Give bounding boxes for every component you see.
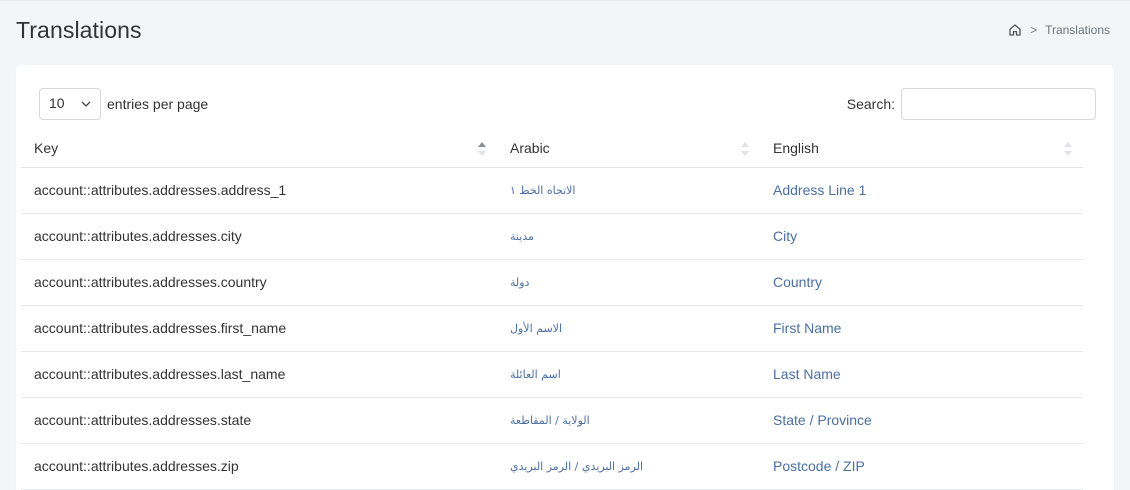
home-icon[interactable] [1008, 23, 1022, 37]
translations-table: Key Arabic English account::attributes.a… [21, 129, 1083, 490]
cell-english[interactable]: State / Province [760, 397, 1083, 444]
cell-arabic[interactable]: الرمز البريدي / الرمز البريدي [497, 443, 760, 490]
cell-english[interactable]: Address Line 1 [760, 167, 1083, 214]
cell-english[interactable]: First Name [760, 305, 1083, 352]
cell-key: account::attributes.addresses.last_name [21, 351, 497, 398]
page-header: Translations > Translations [16, 16, 1114, 50]
cell-arabic[interactable]: الاتجاه الخط ١ [497, 167, 760, 214]
cell-english[interactable]: Last Name [760, 351, 1083, 398]
entries-per-page-label: entries per page [107, 96, 209, 112]
column-header-english[interactable]: English [760, 129, 1083, 168]
table-row[interactable]: account::attributes.addresses.city مدينة… [21, 213, 1083, 260]
table-header-row: Key Arabic English [21, 129, 1083, 168]
table-row[interactable]: account::attributes.addresses.state الول… [21, 397, 1083, 444]
sort-icon [1064, 142, 1072, 156]
translations-card: 10 entries per page Search: Key Arabic E… [16, 65, 1114, 490]
cell-english[interactable]: Postcode / ZIP [760, 443, 1083, 490]
breadcrumb-separator: > [1030, 23, 1038, 37]
cell-english[interactable]: Country [760, 259, 1083, 306]
cell-english[interactable]: City [760, 213, 1083, 260]
sort-icon [741, 142, 749, 156]
cell-arabic[interactable]: مدينة [497, 213, 760, 260]
breadcrumb-current: Translations [1045, 23, 1110, 37]
column-header-label: Arabic [510, 139, 550, 156]
cell-key: account::attributes.addresses.country [21, 259, 497, 306]
entries-per-page-select[interactable]: 10 [39, 88, 101, 120]
top-divider [0, 0, 1130, 1]
table-row[interactable]: account::attributes.addresses.country دو… [21, 259, 1083, 306]
cell-arabic[interactable]: اسم العائلة [497, 351, 760, 398]
cell-arabic[interactable]: دولة [497, 259, 760, 306]
page: Translations > Translations 10 entries p… [0, 0, 1130, 490]
breadcrumb: > Translations [1008, 23, 1110, 37]
cell-key: account::attributes.addresses.address_1 [21, 167, 497, 214]
cell-key: account::attributes.addresses.city [21, 213, 497, 260]
cell-key: account::attributes.addresses.state [21, 397, 497, 444]
table-row[interactable]: account::attributes.addresses.first_name… [21, 305, 1083, 352]
cell-arabic[interactable]: الاسم الأول [497, 305, 760, 352]
cell-arabic[interactable]: الولاية / المقاطعة [497, 397, 760, 444]
entries-length-control: 10 entries per page [39, 88, 208, 120]
cell-key: account::attributes.addresses.zip [21, 443, 497, 490]
column-header-label: Key [34, 139, 59, 156]
search-control: Search: [847, 88, 1096, 120]
chevron-down-icon [81, 101, 91, 107]
search-input[interactable] [901, 88, 1096, 120]
page-title: Translations [16, 17, 142, 43]
table-row[interactable]: account::attributes.addresses.last_name … [21, 351, 1083, 398]
search-label: Search: [846, 96, 895, 112]
column-header-label: English [773, 139, 819, 156]
table-row[interactable]: account::attributes.addresses.zip الرمز … [21, 443, 1083, 490]
sort-ascending-icon [478, 142, 486, 156]
entries-per-page-value: 10 [49, 95, 65, 111]
cell-key: account::attributes.addresses.first_name [21, 305, 497, 352]
column-header-key[interactable]: Key [21, 129, 497, 168]
table-row[interactable]: account::attributes.addresses.address_1 … [21, 167, 1083, 214]
column-header-arabic[interactable]: Arabic [497, 129, 760, 168]
